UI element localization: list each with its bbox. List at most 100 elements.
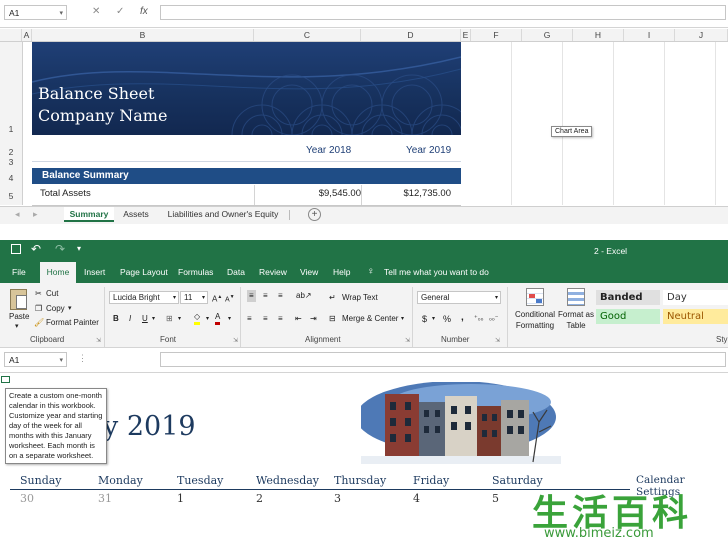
dialog-launcher-icon[interactable]: ⇲ (233, 335, 238, 347)
format-as-table-button[interactable]: Format as Table (558, 309, 594, 331)
borders-icon[interactable]: ⊞ (166, 313, 173, 325)
date-cell[interactable]: 1 (177, 492, 184, 505)
underline-dropdown-icon[interactable]: ▾ (152, 313, 155, 325)
bold-button[interactable]: B (113, 313, 119, 325)
sheet-tab-assets[interactable]: Assets (118, 207, 154, 222)
dialog-launcher-icon[interactable]: ⇲ (495, 335, 500, 347)
date-cell[interactable]: 31 (98, 492, 112, 505)
column-header[interactable]: I (624, 29, 675, 41)
name-box[interactable]: A1 ▾ (4, 5, 67, 20)
increase-decimal-icon[interactable]: ⁺₀₀ (474, 313, 484, 325)
column-header[interactable]: E (461, 29, 471, 41)
name-box[interactable]: A1 ▾ (4, 352, 67, 367)
conditional-formatting-button[interactable]: Conditional Formatting (512, 309, 558, 331)
font-color-icon[interactable]: A (215, 311, 221, 325)
style-day[interactable]: Day (663, 290, 728, 305)
total-assets-2018[interactable]: $9,545.00 (319, 188, 361, 199)
dialog-launcher-icon[interactable]: ⇲ (96, 335, 101, 347)
format-painter-button[interactable]: Format Painter (46, 317, 99, 329)
style-banded[interactable]: Banded (596, 290, 660, 305)
date-cell[interactable]: 4 (413, 492, 420, 505)
column-header[interactable]: B (32, 29, 254, 41)
save-icon[interactable] (11, 244, 21, 254)
column-header[interactable]: F (471, 29, 522, 41)
merge-dropdown-icon[interactable]: ▾ (401, 313, 404, 325)
tab-file[interactable]: File (12, 262, 26, 282)
font-name-dropdown[interactable]: Lucida Bright ▾ (109, 291, 179, 304)
fill-color-icon[interactable]: ◇ (194, 311, 201, 325)
column-header[interactable]: J (675, 29, 728, 41)
column-header[interactable]: C (254, 29, 361, 41)
align-bottom-icon[interactable]: ≡ (278, 290, 283, 302)
font-color-dropdown-icon[interactable]: ▾ (228, 313, 231, 325)
sheet-tab-summary[interactable]: Summary (64, 207, 114, 222)
cancel-icon[interactable]: ✕ (92, 6, 100, 17)
currency-button[interactable]: $ (422, 313, 427, 325)
confirm-icon[interactable]: ✓ (116, 6, 124, 17)
row-header[interactable]: 4 (0, 173, 22, 183)
select-all-corner[interactable] (0, 29, 22, 41)
date-cell[interactable]: 5 (492, 492, 499, 505)
redo-icon[interactable]: ↷ (55, 242, 65, 256)
sheet-tab-liabilities[interactable]: Liabilities and Owner's Equity (162, 207, 284, 222)
increase-indent-icon[interactable]: ⇥ (310, 313, 317, 325)
row-header[interactable]: 5 (0, 191, 22, 201)
row-header[interactable]: 3 (0, 157, 22, 167)
column-header[interactable]: A (22, 29, 32, 41)
column-header[interactable]: G (522, 29, 573, 41)
formula-input[interactable] (160, 352, 726, 367)
fill-dropdown-icon[interactable]: ▾ (206, 313, 209, 325)
copy-dropdown-icon[interactable]: ▾ (68, 303, 72, 315)
currency-dropdown-icon[interactable]: ▾ (432, 313, 435, 325)
font-size-dropdown[interactable]: 11 ▾ (180, 291, 208, 304)
merge-center-button[interactable]: Merge & Center (342, 313, 398, 325)
wrap-text-button[interactable]: Wrap Text (342, 292, 378, 304)
align-middle-icon[interactable]: ≡ (263, 290, 268, 302)
tab-help[interactable]: Help (333, 262, 350, 282)
borders-dropdown-icon[interactable]: ▾ (178, 313, 181, 325)
total-assets-2019[interactable]: $12,735.00 (403, 188, 451, 199)
date-cell[interactable]: 2 (256, 492, 263, 505)
column-header[interactable]: D (361, 29, 461, 41)
paste-dropdown-icon[interactable]: ▾ (15, 321, 19, 333)
paste-icon[interactable] (10, 289, 27, 310)
row-header[interactable]: 2 (0, 147, 22, 157)
tab-insert[interactable]: Insert (84, 262, 105, 282)
paste-button[interactable]: Paste (9, 311, 29, 323)
tell-me-search[interactable]: Tell me what you want to do (384, 262, 489, 282)
column-header[interactable]: H (573, 29, 624, 41)
tab-review[interactable]: Review (259, 262, 287, 282)
copy-button[interactable]: Copy (46, 303, 65, 315)
tab-page-layout[interactable]: Page Layout (120, 262, 168, 282)
dialog-launcher-icon[interactable]: ⇲ (405, 335, 410, 347)
decrease-font-icon[interactable]: A▼ (225, 291, 235, 306)
formula-input[interactable] (160, 5, 726, 20)
row-header[interactable]: 1 (0, 124, 22, 134)
tab-formulas[interactable]: Formulas (178, 262, 213, 282)
date-cell[interactable]: 3 (334, 492, 341, 505)
decrease-indent-icon[interactable]: ⇤ (295, 313, 302, 325)
tab-data[interactable]: Data (227, 262, 245, 282)
align-left-icon[interactable]: ≡ (247, 313, 252, 325)
tab-view[interactable]: View (300, 262, 318, 282)
italic-button[interactable]: I (129, 313, 131, 325)
style-good[interactable]: Good (596, 309, 660, 324)
quick-access-dropdown-icon[interactable]: ▾ (77, 244, 81, 253)
conditional-formatting-icon[interactable] (526, 288, 544, 306)
align-center-icon[interactable]: ≡ (263, 313, 268, 325)
selected-cell-a1[interactable] (1, 376, 10, 383)
underline-button[interactable]: U (142, 313, 148, 325)
orientation-icon[interactable]: ab↗ (296, 290, 312, 302)
date-cell[interactable]: 30 (20, 492, 34, 505)
number-format-dropdown[interactable]: General ▾ (417, 291, 501, 304)
undo-icon[interactable]: ↶ (31, 242, 41, 256)
function-icon[interactable]: fx (140, 6, 148, 17)
add-sheet-icon[interactable]: + (308, 208, 321, 221)
increase-font-icon[interactable]: A▲ (212, 291, 222, 306)
tab-home[interactable]: Home (40, 262, 76, 283)
percent-button[interactable]: % (443, 313, 451, 325)
scroll-right-icon[interactable]: ▸ (33, 209, 38, 220)
format-as-table-icon[interactable] (567, 288, 585, 306)
scroll-left-icon[interactable]: ◂ (15, 209, 20, 220)
align-top-icon[interactable]: ≡ (247, 290, 256, 302)
